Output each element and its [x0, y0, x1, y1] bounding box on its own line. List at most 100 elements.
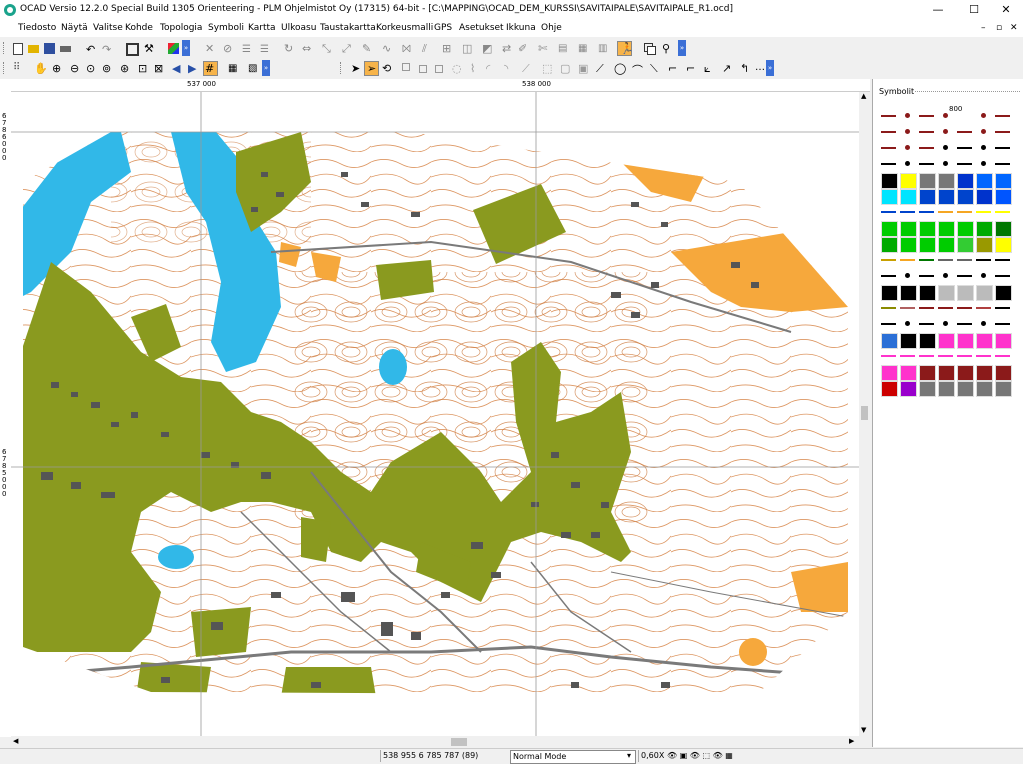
- scroll-right-icon[interactable]: ▶: [849, 737, 854, 745]
- symbol-swatch[interactable]: [919, 211, 934, 214]
- symbol-swatch[interactable]: [905, 145, 910, 150]
- vertical-scrollbar[interactable]: ▲ ▼: [859, 92, 870, 736]
- hammer-icon[interactable]: ⚒: [142, 41, 157, 56]
- symbol-swatch[interactable]: [995, 307, 1010, 310]
- symbol-swatch[interactable]: [900, 211, 915, 214]
- symbol-swatch[interactable]: [981, 145, 986, 150]
- toolbar-overflow-icon[interactable]: »: [262, 60, 270, 76]
- close-button[interactable]: ✕: [989, 0, 1023, 20]
- zoom-fit-icon[interactable]: ⊚: [100, 61, 115, 76]
- vertical-scroll-thumb[interactable]: [861, 406, 868, 420]
- symbol-swatch[interactable]: [995, 237, 1012, 253]
- symbol-swatch[interactable]: [957, 365, 974, 381]
- menu-tiedosto[interactable]: Tiedosto: [18, 23, 56, 33]
- symbol-swatch[interactable]: [976, 355, 991, 358]
- symbol-swatch[interactable]: [919, 275, 934, 278]
- symbol-swatch[interactable]: [881, 285, 898, 301]
- symbol-swatch[interactable]: [943, 273, 948, 278]
- symbol-swatch[interactable]: [957, 275, 972, 278]
- symbol-swatch[interactable]: [995, 365, 1012, 381]
- new-icon[interactable]: [10, 41, 25, 56]
- view-mode-icons[interactable]: 👁 ▣ 👁 ⬚ 👁 ▦: [665, 750, 739, 762]
- symbol-swatch[interactable]: [976, 237, 993, 253]
- symbol-swatch[interactable]: [900, 173, 917, 189]
- symbol-swatch[interactable]: [943, 113, 948, 118]
- symbol-swatch[interactable]: [995, 163, 1010, 166]
- text-edit-icon[interactable]: ▤: [556, 41, 571, 56]
- cut-hole-icon[interactable]: ◫: [460, 41, 475, 56]
- menu-asetukset[interactable]: Asetukset: [459, 23, 504, 33]
- menu-korkeusmalli[interactable]: Korkeusmalli: [376, 23, 433, 33]
- back-icon[interactable]: ◀: [170, 61, 185, 76]
- rotate-icon[interactable]: ↻: [282, 41, 297, 56]
- rect-mode-icon[interactable]: ⌐: [684, 61, 699, 76]
- symbol-swatch[interactable]: [995, 285, 1012, 301]
- forward-icon[interactable]: ▶: [186, 61, 201, 76]
- symbol-swatch[interactable]: [919, 333, 936, 349]
- fill-icon[interactable]: ◩: [480, 41, 495, 56]
- symbol-swatch[interactable]: [976, 189, 993, 205]
- pen-icon[interactable]: ✐: [516, 41, 531, 56]
- symbol-swatch[interactable]: [957, 173, 974, 189]
- symbol-swatch[interactable]: [976, 365, 993, 381]
- menu-ikkuna[interactable]: Ikkuna: [506, 23, 536, 33]
- gps-track-icon[interactable]: ⚲: [660, 41, 675, 56]
- draw-straight-icon[interactable]: ⟋: [520, 61, 535, 76]
- symbol-swatch[interactable]: [995, 259, 1010, 262]
- symbol-swatch[interactable]: [957, 147, 972, 150]
- symbol-swatch[interactable]: [900, 333, 917, 349]
- draw-ellipse-icon[interactable]: ◝: [502, 61, 517, 76]
- runner-icon[interactable]: 🏃: [617, 41, 634, 56]
- symbol-swatch[interactable]: [938, 381, 955, 397]
- symbol-swatch[interactable]: [919, 221, 936, 237]
- symbol-swatch[interactable]: [900, 285, 917, 301]
- symbol-swatch[interactable]: [881, 307, 896, 310]
- symbol-swatch[interactable]: [981, 129, 986, 134]
- save-icon[interactable]: [42, 41, 57, 56]
- symbol-swatch[interactable]: [995, 147, 1010, 150]
- delete-object-icon[interactable]: ⊘: [220, 41, 235, 56]
- symbol-swatch[interactable]: [995, 173, 1012, 189]
- pan-icon[interactable]: ✋: [32, 61, 48, 76]
- toolbar-overflow-icon[interactable]: »: [678, 40, 686, 56]
- symbol-swatch[interactable]: [995, 333, 1012, 349]
- symbol-swatch[interactable]: [957, 333, 974, 349]
- symbol-swatch[interactable]: [957, 285, 974, 301]
- symbol-swatch[interactable]: [943, 145, 948, 150]
- symbol-swatch[interactable]: [881, 189, 898, 205]
- symbol-swatch[interactable]: [938, 173, 955, 189]
- symbol-swatch[interactable]: [957, 163, 972, 166]
- symbol-swatch[interactable]: [919, 147, 934, 150]
- symbol-swatch[interactable]: [919, 259, 934, 262]
- symbol-swatch[interactable]: [938, 221, 955, 237]
- symbol-swatch[interactable]: [919, 355, 934, 358]
- symbol-swatch[interactable]: [919, 163, 934, 166]
- menu-ulkoasu[interactable]: Ulkoasu: [281, 23, 316, 33]
- curve-mode-icon[interactable]: ⟋: [594, 61, 609, 76]
- color-icon[interactable]: [166, 41, 181, 56]
- symbol-swatch[interactable]: [919, 131, 934, 134]
- symbol-swatch[interactable]: [881, 173, 898, 189]
- symbol-swatch[interactable]: [976, 307, 991, 310]
- symbol-swatch[interactable]: [995, 131, 1010, 134]
- symbol-swatch[interactable]: [881, 221, 898, 237]
- fullscreen-icon[interactable]: [124, 41, 139, 56]
- symbol-swatch[interactable]: [995, 221, 1012, 237]
- layers-icon[interactable]: [642, 41, 657, 56]
- symbol-swatch[interactable]: [995, 355, 1010, 358]
- symbol-swatch[interactable]: [943, 161, 948, 166]
- symbol-swatch[interactable]: [976, 381, 993, 397]
- mdi-restore-button[interactable]: ▫: [996, 23, 1002, 33]
- symbol-swatch[interactable]: [976, 221, 993, 237]
- horizontal-scrollbar[interactable]: ◀ ▶: [11, 736, 859, 748]
- symbol-swatch[interactable]: [938, 365, 955, 381]
- scale-icon[interactable]: ⤡: [320, 41, 335, 56]
- zoom-in-icon[interactable]: ⊕: [50, 61, 65, 76]
- symbol-swatch[interactable]: [943, 129, 948, 134]
- draw-rect-icon[interactable]: [416, 61, 431, 76]
- symbol-swatch[interactable]: [919, 173, 936, 189]
- zoom-out-icon[interactable]: ⊖: [68, 61, 83, 76]
- symbol-swatch[interactable]: [919, 307, 934, 310]
- zoom-window-icon[interactable]: ⊙: [84, 61, 99, 76]
- symbol-swatch[interactable]: [938, 307, 953, 310]
